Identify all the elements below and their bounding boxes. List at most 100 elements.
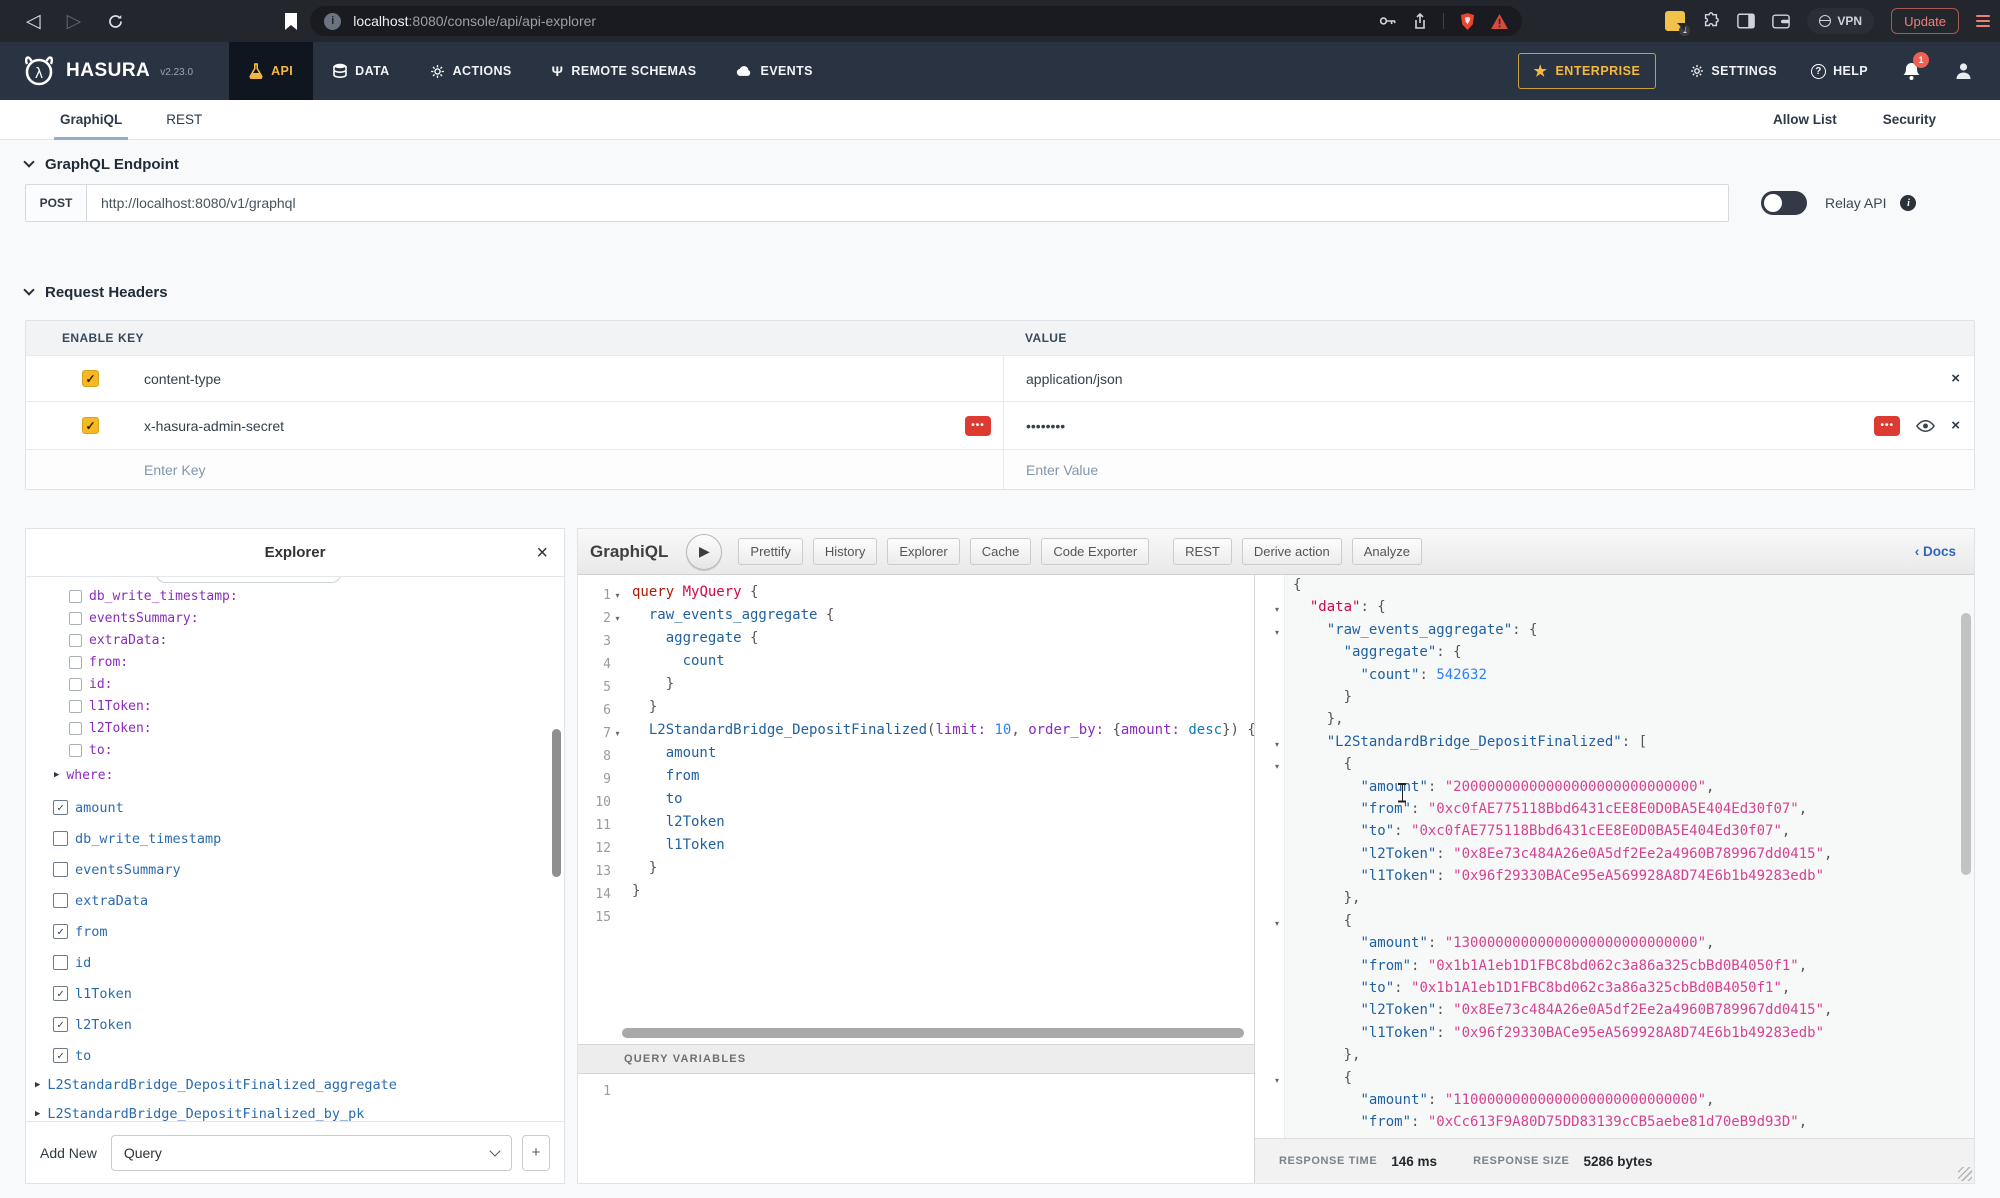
header-key[interactable]: content-type [144,371,221,387]
share-icon[interactable] [1413,13,1427,29]
unchecked-checkbox[interactable] [69,744,82,757]
expand-arrow-icon[interactable]: ▶ [35,1080,40,1090]
code-exporter-button[interactable]: Code Exporter [1041,538,1149,565]
bookmark-icon[interactable] [284,13,298,30]
header-value-masked[interactable]: •••••••• [1026,418,1065,434]
fold-icon[interactable]: ▾ [611,729,624,738]
explorer-item-l1Token[interactable]: ✓l1Token [53,983,564,1004]
wallet-icon[interactable] [1772,14,1790,29]
history-button[interactable]: History [813,538,877,565]
unchecked-checkbox[interactable] [53,831,68,846]
key-input[interactable]: Enter Key [144,462,205,478]
fold-icon[interactable]: ▾ [611,591,624,600]
enterprise-button[interactable]: ★ ENTERPRISE [1518,53,1657,89]
explorer-item-L2StandardBridge-DepositFinalized-by-pk[interactable]: ▶L2StandardBridge_DepositFinalized_by_pk [35,1104,564,1121]
brave-shield-icon[interactable] [1460,13,1475,30]
password-manager-icon[interactable]: ••• [1874,416,1900,436]
checked-checkbox[interactable]: ✓ [53,986,68,1001]
unchecked-checkbox[interactable] [69,656,82,669]
editor-horizontal-scrollbar[interactable] [622,1028,1244,1038]
back-icon[interactable]: ◁ [26,10,41,33]
explorer-item-from[interactable]: ✓from [53,921,564,942]
remove-header-icon[interactable]: × [1951,417,1960,434]
tab-rest[interactable]: REST [166,100,202,140]
explorer-item-id[interactable]: id [53,952,564,973]
request-headers-section-header[interactable]: Request Headers [25,268,1975,304]
enable-checkbox[interactable]: ✓ [82,417,99,434]
query-variables-editor[interactable]: 1 [578,1074,1254,1183]
checked-checkbox[interactable]: ✓ [53,924,68,939]
remove-header-icon[interactable]: × [1951,370,1960,387]
vpn-button[interactable]: VPN [1807,8,1874,34]
explorer-item-l2Token[interactable]: l2Token: [69,717,564,739]
explorer-item-extraData[interactable]: extraData [53,890,564,911]
cache-button[interactable]: Cache [970,538,1032,565]
nav-item-data[interactable]: DATA [313,42,409,100]
query-variables-header[interactable]: QUERY VARIABLES [578,1044,1254,1074]
explorer-item-extraData[interactable]: extraData: [69,629,564,651]
explorer-item-where[interactable]: ▶where: [54,763,564,787]
fold-icon[interactable]: ▾ [1255,622,1284,644]
explorer-item-eventsSummary[interactable]: eventsSummary: [69,607,564,629]
unchecked-checkbox[interactable] [69,634,82,647]
expand-arrow-icon[interactable]: ▶ [35,1109,40,1119]
explorer-item-to[interactable]: to: [69,739,564,761]
explorer-item-l2Token[interactable]: ✓l2Token [53,1014,564,1035]
graphql-endpoint-input[interactable] [87,184,1729,222]
address-bar[interactable]: i localhost:8080/console/api/api-explore… [310,6,1522,36]
key-icon[interactable] [1379,14,1397,28]
password-manager-icon[interactable]: ••• [965,416,991,436]
fold-icon[interactable]: ▾ [1255,1070,1284,1092]
reload-icon[interactable] [107,13,124,30]
menu-icon[interactable] [1976,15,1990,27]
unchecked-checkbox[interactable] [69,678,82,691]
fold-icon[interactable]: ▾ [1255,734,1284,756]
explorer-item-l1Token[interactable]: l1Token: [69,695,564,717]
nav-item-remote-schemas[interactable]: Ψ REMOTE SCHEMAS [532,42,717,100]
forward-icon[interactable]: ▷ [67,10,82,33]
site-info-icon[interactable]: i [324,13,341,30]
explorer-scrollbar[interactable] [552,729,561,877]
explorer-item-L2StandardBridge-DepositFinalized-aggregate[interactable]: ▶L2StandardBridge_DepositFinalized_aggre… [35,1075,564,1095]
rest-button[interactable]: REST [1173,538,1232,565]
graphql-endpoint-section-header[interactable]: GraphQL Endpoint [25,140,1975,176]
explorer-item-from[interactable]: from: [69,651,564,673]
unchecked-checkbox[interactable] [53,955,68,970]
resize-handle[interactable] [1958,1167,1972,1181]
user-icon[interactable] [1955,62,1972,80]
execute-query-button[interactable]: ▶ [686,534,722,570]
fold-icon[interactable]: ▾ [1255,756,1284,778]
derive-action-button[interactable]: Derive action [1242,538,1342,565]
docs-link[interactable]: ‹ Docs [1915,544,1962,559]
header-key[interactable]: x-hasura-admin-secret [144,418,284,434]
allow-list-link[interactable]: Allow List [1773,112,1837,127]
explorer-item-to[interactable]: ✓to [53,1045,564,1066]
explorer-item-db-write-timestamp[interactable]: db_write_timestamp [53,828,564,849]
settings-button[interactable]: SETTINGS [1690,64,1777,78]
checked-checkbox[interactable]: ✓ [53,800,68,815]
tab-graphiql[interactable]: GraphiQL [60,100,122,140]
explorer-item-amount[interactable]: ✓amount [53,797,564,818]
fold-icon[interactable]: ▾ [1255,599,1284,621]
operation-type-select[interactable]: Query [111,1135,512,1171]
unchecked-checkbox[interactable] [69,722,82,735]
analyze-button[interactable]: Analyze [1352,538,1422,565]
warning-icon[interactable] [1491,14,1508,29]
fold-icon[interactable]: ▾ [1255,913,1284,935]
checked-checkbox[interactable]: ✓ [53,1048,68,1063]
unchecked-checkbox[interactable] [69,612,82,625]
hasura-brand[interactable]: λ HASURA v2.23.0 [22,55,193,87]
extension-icon[interactable] [1702,12,1720,30]
unchecked-checkbox[interactable] [69,590,82,603]
unchecked-checkbox[interactable] [53,862,68,877]
explorer-item-db-write-timestamp[interactable]: db_write_timestamp: [69,585,564,607]
update-button[interactable]: Update [1891,8,1959,34]
nav-item-api[interactable]: API [229,42,313,100]
close-explorer-icon[interactable]: × [536,543,548,563]
notes-extension-icon[interactable]: 1 [1665,11,1685,31]
notifications-button[interactable]: 1 [1902,61,1921,81]
enable-checkbox[interactable]: ✓ [82,370,99,387]
query-editor[interactable]: 1▾2▾34567▾89101112131415 query MyQuery {… [578,575,1254,1044]
relay-api-toggle[interactable] [1761,191,1807,215]
response-scrollbar[interactable] [1961,613,1971,875]
